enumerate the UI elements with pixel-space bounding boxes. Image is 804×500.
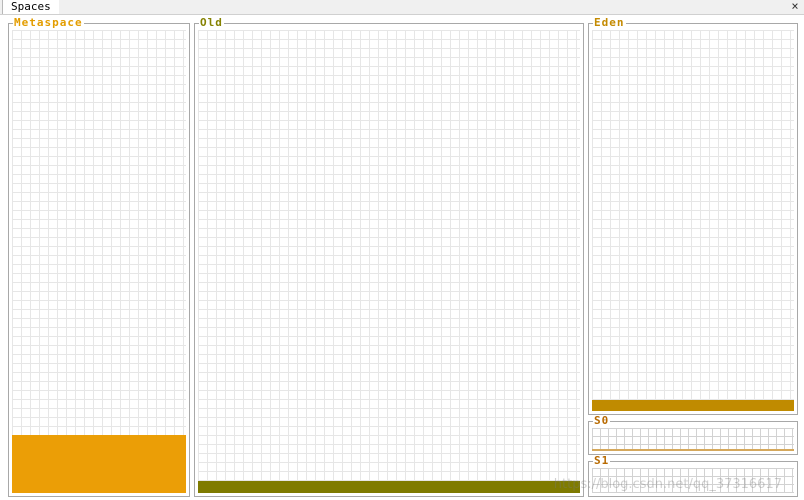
tab-spaces[interactable]: Spaces xyxy=(2,0,59,14)
eden-grid xyxy=(592,30,794,411)
old-label: Old xyxy=(199,16,224,29)
old-grid xyxy=(198,30,580,493)
watermark-text: https://blog.csdn.net/qq_37316617 xyxy=(553,477,782,492)
close-icon[interactable]: × xyxy=(789,0,801,14)
eden-label: Eden xyxy=(593,16,626,29)
s0-usage-bar xyxy=(592,449,794,451)
metaspace-label: Metaspace xyxy=(13,16,84,29)
eden-panel: Eden xyxy=(588,17,798,415)
old-panel: Old xyxy=(194,17,584,497)
s0-grid xyxy=(592,428,794,451)
metaspace-grid xyxy=(12,30,186,493)
eden-usage-bar xyxy=(592,399,794,411)
old-usage-bar xyxy=(198,481,580,493)
metaspace-panel: Metaspace xyxy=(8,17,190,497)
metaspace-usage-bar xyxy=(12,435,186,493)
s1-label: S1 xyxy=(593,454,611,467)
s0-label: S0 xyxy=(593,414,611,427)
s0-panel: S0 xyxy=(588,415,798,455)
window-titlebar: Spaces × xyxy=(0,0,804,15)
